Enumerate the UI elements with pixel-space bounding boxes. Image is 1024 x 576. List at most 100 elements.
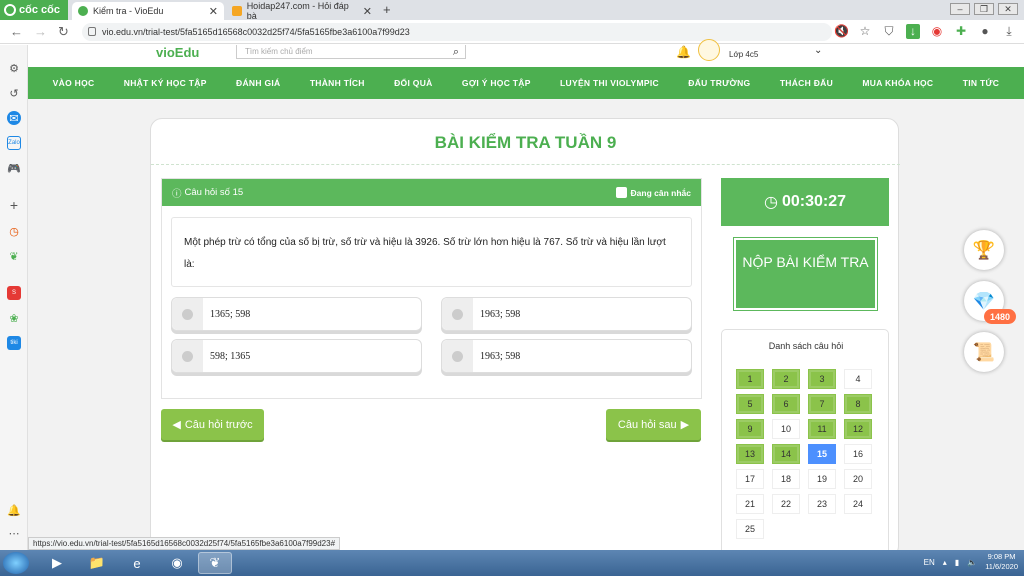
question-cell[interactable]: 3 (808, 369, 836, 389)
close-window-icon[interactable]: ✕ (998, 3, 1018, 15)
nav-tin-tuc[interactable]: TIN TỨC (963, 78, 1000, 88)
answer-option-b[interactable]: 1963; 598 (441, 297, 692, 331)
question-cell[interactable]: 22 (772, 494, 800, 514)
volume-icon[interactable]: 🔈 (967, 558, 977, 567)
download-icon[interactable]: ↓ (906, 24, 920, 39)
prev-question-button[interactable]: ◀ Câu hỏi trước (161, 409, 264, 440)
chrome-icon[interactable]: ◉ (160, 552, 194, 574)
extension-leaf-icon[interactable]: ❦ (7, 249, 21, 263)
nav-doi-qua[interactable]: ĐỔI QUÀ (394, 78, 432, 88)
question-cell[interactable]: 25 (736, 519, 764, 539)
more-icon[interactable]: ⋯ (7, 526, 21, 540)
bookmark-star-icon[interactable]: ☆ (858, 24, 872, 39)
coccoc-taskbar-icon[interactable]: ❦ (198, 552, 232, 574)
question-cell[interactable]: 24 (844, 494, 872, 514)
shield-icon[interactable]: ⛉ (882, 24, 896, 39)
history-icon[interactable]: ↺ (7, 86, 21, 100)
chevron-down-icon[interactable]: ⌄ (814, 45, 822, 56)
trophy-icon[interactable]: 🏆 (964, 230, 1004, 270)
network-icon[interactable]: ▮ (955, 558, 959, 567)
nav-danh-gia[interactable]: ĐÁNH GIÁ (236, 78, 280, 88)
answer-option-a[interactable]: 1365; 598 (171, 297, 422, 331)
nav-dau-truong[interactable]: ĐẤU TRƯỜNG (688, 78, 750, 88)
question-cell[interactable]: 11 (808, 419, 836, 439)
tab-hoidap247[interactable]: Hoidap247.com - Hỏi đáp bà ✕ (226, 1, 378, 21)
url-field[interactable]: vio.edu.vn/trial-test/5fa5165d16568c0032… (82, 23, 832, 41)
question-cell[interactable]: 1 (736, 369, 764, 389)
zalo-icon[interactable]: Zalo (7, 136, 21, 150)
internet-explorer-icon[interactable]: e (120, 552, 154, 574)
question-cell[interactable]: 18 (772, 469, 800, 489)
add-icon[interactable]: + (7, 197, 21, 213)
nav-thach-dau[interactable]: THÁCH ĐẤU (780, 78, 833, 88)
close-tab-icon[interactable]: ✕ (209, 5, 218, 18)
profile-icon[interactable]: ● (978, 24, 992, 39)
question-cell[interactable]: 12 (844, 419, 872, 439)
tab-vioedu[interactable]: Kiểm tra - VioEdu ✕ (72, 2, 224, 20)
notification-bell-icon[interactable]: 🔔 (7, 503, 21, 517)
start-button[interactable] (3, 552, 29, 574)
tiki-icon[interactable]: tiki (7, 336, 21, 350)
considering-toggle[interactable]: Đang cân nhắc (615, 187, 691, 198)
avatar[interactable] (698, 39, 720, 61)
nav-luyen-thi-violympic[interactable]: LUYỆN THI VIOLYMPIC (560, 78, 659, 88)
question-cell[interactable]: 8 (844, 394, 872, 414)
site-header: vioEdu Tìm kiếm chủ điểm ⌕ 🔔 Lớp 4c5 ⌄ (28, 39, 1024, 67)
question-cell[interactable]: 16 (844, 444, 872, 464)
nav-vao-hoc[interactable]: VÀO HỌC (53, 78, 95, 88)
back-arrow-icon[interactable]: ← (10, 24, 23, 39)
search-icon[interactable]: ⌕ (453, 46, 459, 59)
question-cell[interactable]: 9 (736, 419, 764, 439)
answer-option-d[interactable]: 1963; 598 (441, 339, 692, 373)
question-cell[interactable]: 4 (844, 369, 872, 389)
reload-icon[interactable]: ↻ (58, 24, 69, 40)
question-cell[interactable]: 14 (772, 444, 800, 464)
audio-icon[interactable]: 🔇 (834, 24, 849, 39)
question-cell[interactable]: 20 (844, 469, 872, 489)
question-cell[interactable]: 6 (772, 394, 800, 414)
next-question-button[interactable]: Câu hỏi sau ▶ (606, 409, 701, 440)
question-cell[interactable]: 7 (808, 394, 836, 414)
minimize-icon[interactable]: – (950, 3, 970, 15)
extension-green-icon[interactable]: ❀ (7, 311, 21, 325)
tray-arrow-icon[interactable]: ▴ (943, 558, 947, 567)
question-cell[interactable]: 19 (808, 469, 836, 489)
considering-checkbox[interactable] (615, 187, 627, 198)
messenger-icon[interactable]: ✉ (7, 111, 21, 125)
notification-icon[interactable]: 🔔 (676, 45, 691, 59)
answer-option-c[interactable]: 598; 1365 (171, 339, 422, 373)
coccoc-menu-button[interactable]: cốc cốc (0, 0, 68, 20)
extension-timer-icon[interactable]: ◷ (7, 224, 21, 238)
question-cell[interactable]: 10 (772, 419, 800, 439)
question-number-label: Câu hỏi số 15 (184, 187, 244, 198)
question-cell[interactable]: 23 (808, 494, 836, 514)
gamepad-icon[interactable]: 🎮 (7, 161, 21, 175)
nav-thanh-tich[interactable]: THÀNH TÍCH (310, 78, 365, 88)
question-cell[interactable]: 2 (772, 369, 800, 389)
nav-mua-khoa-hoc[interactable]: MUA KHÓA HỌC (862, 78, 933, 88)
question-cell[interactable]: 5 (736, 394, 764, 414)
search-input[interactable]: Tìm kiếm chủ điểm ⌕ (236, 45, 466, 59)
question-cell[interactable]: 17 (736, 469, 764, 489)
settings-gear-icon[interactable]: ⚙ (7, 61, 21, 75)
language-indicator[interactable]: EN (924, 558, 935, 567)
question-cell[interactable]: 13 (736, 444, 764, 464)
puzzle-icon[interactable]: ✚ (954, 24, 968, 39)
nav-goi-y-hoc-tap[interactable]: GỢI Ý HỌC TẬP (462, 78, 531, 88)
media-player-icon[interactable]: ▶ (40, 552, 74, 574)
vioedu-logo[interactable]: vioEdu (156, 45, 199, 60)
question-cell[interactable]: 15 (808, 444, 836, 464)
forward-arrow-icon[interactable]: → (34, 24, 47, 39)
question-cell[interactable]: 21 (736, 494, 764, 514)
submit-test-button[interactable]: NỘP BÀI KIỂM TRA (733, 237, 878, 311)
clock[interactable]: 9:08 PM 11/6/2020 (985, 552, 1018, 572)
new-tab-button[interactable]: + (383, 2, 391, 17)
nav-nhat-ky-hoc-tap[interactable]: NHẬT KÝ HỌC TẬP (124, 78, 207, 88)
menu-download-icon[interactable]: ⤓ (1002, 24, 1016, 39)
file-explorer-icon[interactable]: 📁 (80, 552, 114, 574)
close-tab-icon[interactable]: ✕ (363, 5, 372, 18)
scroll-icon[interactable]: 📜 (964, 332, 1004, 372)
shopee-icon[interactable]: S (7, 286, 21, 300)
extension-chrome-icon[interactable]: ◉ (930, 24, 944, 39)
restore-icon[interactable]: ❐ (974, 3, 994, 15)
